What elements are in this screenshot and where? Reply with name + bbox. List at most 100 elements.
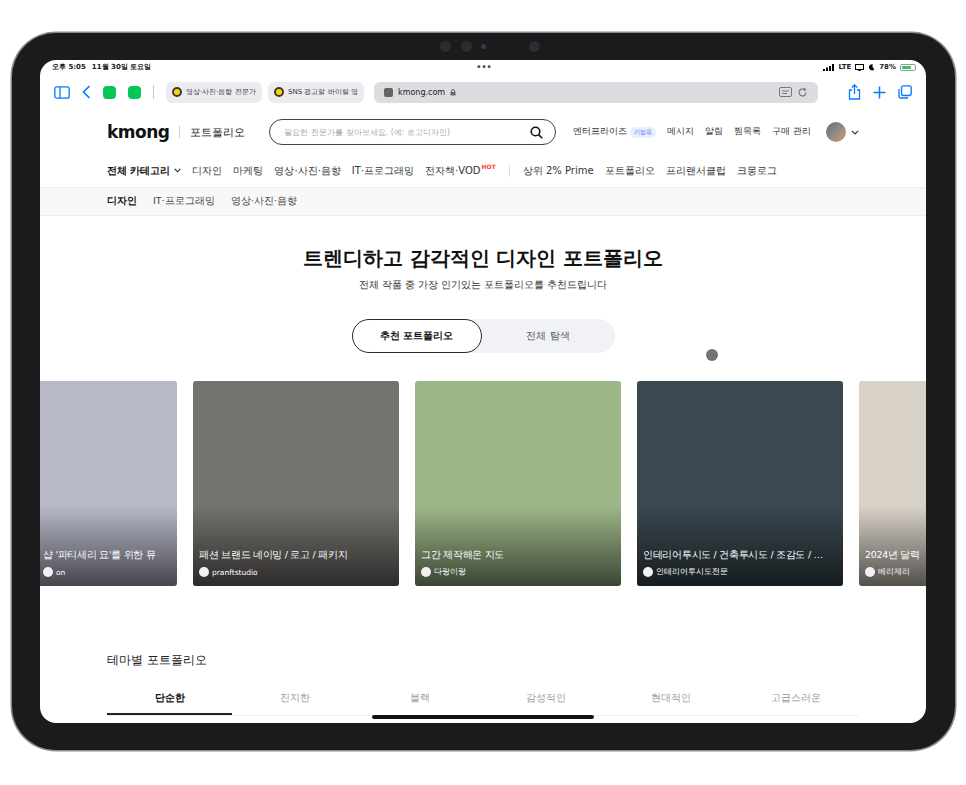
card-caption: 패션 브랜드 네이밍 / 로고 / 패키지 pranftstudio [193, 548, 399, 577]
sensor-icon [440, 41, 451, 52]
portfolio-card[interactable]: 인테리어투시도 / 건축투시도 / 조감도 / …인테리어투시도전문 [637, 381, 843, 586]
nav-item[interactable]: 전자책·VODHOT [425, 163, 496, 178]
extension-icon[interactable] [103, 86, 116, 99]
home-indicator[interactable] [372, 715, 594, 719]
divider [509, 165, 510, 177]
reload-icon[interactable] [797, 87, 808, 98]
all-categories[interactable]: 전체 카테고리 [107, 164, 181, 178]
card-caption: 2024년 달력베리제리 [859, 548, 926, 577]
card-title: 그간 제작해온 지도 [421, 548, 615, 561]
theme-tab[interactable]: 감성적인 [483, 691, 608, 715]
nav-item[interactable]: 상위 2% Prime [523, 164, 594, 178]
author-name: on [56, 568, 65, 577]
hero-subtitle: 전체 작품 중 가장 인기있는 포트폴리오를 추천드립니다 [40, 279, 926, 291]
portfolio-card[interactable]: 그간 제작해온 지도다랑이랑 [415, 381, 621, 586]
signal-icon [823, 64, 834, 71]
theme-tab[interactable]: 진지한 [232, 691, 357, 715]
nav-item[interactable]: 영상·사진·음향 [274, 164, 340, 178]
site-favicon-icon [274, 87, 284, 97]
lock-icon [450, 89, 456, 96]
theme-tab[interactable]: 현대적인 [608, 691, 733, 715]
toggle-option[interactable]: 전체 탐색 [482, 319, 615, 353]
nav-item[interactable]: IT·프로그래밍 [352, 164, 414, 178]
card-caption: 인테리어투시도 / 건축투시도 / 조감도 / …인테리어투시도전문 [637, 548, 843, 577]
author-avatar-icon [643, 567, 653, 577]
nav-item[interactable]: 크몽로그 [737, 164, 777, 178]
portfolio-card[interactable]: 패션 브랜드 네이밍 / 로고 / 패키지 pranftstudio [193, 381, 399, 586]
battery-fill [902, 66, 911, 69]
sensor-icon [461, 41, 472, 52]
camera-icon [481, 44, 486, 49]
extension-icon[interactable] [128, 86, 141, 99]
site-header: kmong 포트폴리오 엔터프라이즈기업용 메시지 알림 찜목록 구매 관리 [40, 110, 926, 154]
nav-item[interactable]: 프리랜서클럽 [666, 164, 726, 178]
page: 오후 5:0511월 30일 토요일•••LTE78% 영상·사진·음향 전문가 S… [0, 0, 966, 785]
author-name: 인테리어투시도전문 [656, 567, 728, 577]
hero: 트렌디하고 감각적인 디자인 포트폴리오전체 작품 중 가장 인기있는 포트폴리… [40, 216, 926, 353]
browser-tab[interactable]: 영상·사진·음향 전문가 [166, 82, 262, 103]
section-title[interactable]: 포트폴리오 [190, 125, 245, 140]
author-avatar-icon [421, 567, 431, 577]
header-link[interactable]: 구매 관리 [772, 126, 811, 138]
author-name: pranftstudio [212, 568, 258, 577]
card-title: 패션 브랜드 네이밍 / 로고 / 패키지 [199, 548, 393, 561]
browser-tab[interactable]: SNS 광고할 바이럴 영 [268, 82, 364, 103]
site-favicon-icon [172, 87, 182, 97]
card-author: 베리제리 [865, 567, 920, 577]
card-author: on [43, 567, 171, 577]
browser-tabs: 영상·사진·음향 전문가 SNS 광고할 바이럴 영 kmong.com [166, 82, 818, 103]
screen-mirror-icon [855, 64, 864, 71]
battery-icon [900, 64, 916, 71]
tab-label: 영상·사진·음향 전문가 [186, 87, 256, 97]
card-title: 샵 '파티세리 묘'를 위한 뮤 [43, 548, 171, 561]
portfolio-card[interactable]: 2024년 달력베리제리 [859, 381, 926, 586]
moon-icon [868, 64, 875, 71]
hero-title: 트렌디하고 감각적인 디자인 포트폴리오 [40, 247, 926, 269]
theme-tab[interactable]: 블랙 [358, 691, 483, 715]
sub-nav-item[interactable]: 영상·사진·음향 [231, 195, 297, 208]
card-caption: 샵 '파티세리 묘'를 위한 뮤 on [40, 548, 177, 577]
time: 오후 5:05 [52, 62, 86, 72]
tabs-overview-icon[interactable] [898, 85, 912, 99]
card-title: 2024년 달력 [865, 548, 920, 561]
chevron-down-icon [174, 168, 181, 173]
screen: 오후 5:0511월 30일 토요일•••LTE78% 영상·사진·음향 전문가 S… [40, 60, 926, 723]
status-time: 오후 5:0511월 30일 토요일 [52, 62, 340, 72]
kmong-logo[interactable]: kmong [107, 122, 169, 142]
header-link[interactable]: 메시지 [667, 126, 694, 138]
chevron-down-icon[interactable] [851, 130, 859, 135]
header-link[interactable]: 찜목록 [734, 126, 761, 138]
sub-nav-item[interactable]: 디자인 [107, 195, 137, 208]
header-link[interactable]: 엔터프라이즈기업용 [573, 126, 656, 138]
header-links: 엔터프라이즈기업용 메시지 알림 찜목록 구매 관리 [573, 122, 859, 142]
view-toggle: 추천 포트폴리오전체 탐색 [352, 319, 615, 353]
theme-tab[interactable]: 고급스러운 [734, 691, 859, 715]
share-icon[interactable] [848, 84, 861, 100]
status-bar: 오후 5:0511월 30일 토요일•••LTE78% [40, 60, 926, 74]
status-indicators: LTE78% [628, 63, 916, 71]
sub-nav-item[interactable]: IT·프로그래밍 [153, 195, 215, 208]
back-icon[interactable] [82, 85, 91, 99]
reader-icon[interactable] [779, 87, 792, 97]
sidebar-icon[interactable] [54, 86, 70, 99]
browser-tab[interactable]: kmong.com [374, 82, 818, 103]
divider [153, 85, 154, 99]
nav-item[interactable]: 마케팅 [233, 164, 263, 178]
battery-percent: 78% [879, 63, 896, 71]
theme-tab[interactable]: 단순한 [107, 691, 232, 715]
search-icon[interactable] [530, 126, 543, 139]
browser-toolbar: 영상·사진·음향 전문가 SNS 광고할 바이럴 영 kmong.com [40, 74, 926, 110]
search-input[interactable] [284, 128, 524, 137]
theme-tabs: 단순한진지한블랙감성적인현대적인고급스러운 [107, 691, 859, 716]
avatar-icon[interactable] [826, 122, 846, 142]
nav-item[interactable]: 디자인 [192, 164, 222, 178]
card-author: pranftstudio [199, 567, 393, 577]
new-tab-icon[interactable] [873, 86, 886, 99]
toggle-option[interactable]: 추천 포트폴리오 [352, 319, 482, 353]
multitask-dots[interactable]: ••• [340, 63, 628, 72]
author-avatar-icon [43, 567, 53, 577]
nav-item[interactable]: 포트폴리오 [605, 164, 655, 178]
portfolio-card[interactable]: 샵 '파티세리 묘'를 위한 뮤 on [40, 381, 177, 586]
tab-label: SNS 광고할 바이럴 영 [288, 87, 358, 97]
header-link[interactable]: 알림 [705, 126, 723, 138]
